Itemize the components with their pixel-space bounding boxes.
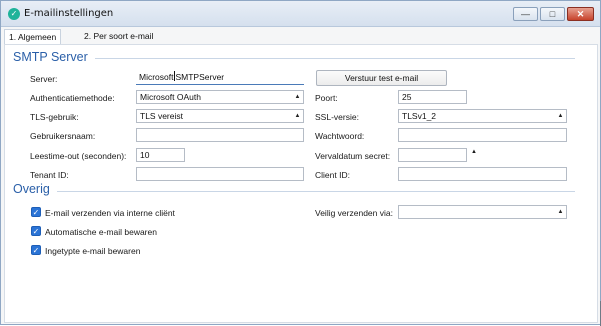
minimize-button[interactable]: — — [513, 7, 538, 21]
typed-save-label: Ingetypte e-mail bewaren — [45, 246, 141, 256]
server-input[interactable]: Microsoft SMTPServer — [136, 71, 304, 85]
smtp-section-title: SMTP Server — [13, 50, 88, 64]
server-value-start: Microsoft — [139, 72, 174, 82]
close-button[interactable]: ✕ — [567, 7, 594, 21]
checkbox-internal-client[interactable]: ✓ — [31, 207, 41, 217]
secret-expiry-label: Vervaldatum secret: — [315, 151, 391, 161]
tenant-id-input[interactable] — [136, 167, 304, 181]
send-test-email-button[interactable]: Verstuur test e-mail — [316, 70, 447, 86]
ssl-version-label: SSL-versie: — [315, 112, 359, 122]
password-input[interactable] — [398, 128, 567, 142]
spin-arrows-icon[interactable]: ▲ — [293, 111, 302, 121]
secure-send-label: Veilig verzenden via: — [315, 208, 393, 218]
username-label: Gebruikersnaam: — [30, 131, 96, 141]
tab-per-soort-email[interactable]: 2. Per soort e-mail — [80, 29, 157, 44]
tls-usage-label: TLS-gebruik: — [30, 112, 79, 122]
overig-section-divider — [57, 191, 575, 192]
server-value-end: SMTPServer — [175, 72, 225, 82]
read-timeout-input[interactable]: 10 — [136, 148, 185, 162]
overig-section-title: Overig — [13, 182, 50, 196]
date-spin-icon[interactable]: ▲ — [471, 149, 477, 155]
settings-panel: SMTP Server Server: Microsoft SMTPServer … — [4, 44, 598, 323]
email-settings-window: ✓ E-mailinstellingen — □ ✕ 1. Algemeen 2… — [0, 0, 601, 326]
password-label: Wachtwoord: — [315, 131, 365, 141]
username-input[interactable] — [136, 128, 304, 142]
title-bar[interactable]: ✓ E-mailinstellingen — □ ✕ — [1, 1, 600, 27]
spin-arrows-icon[interactable]: ▲ — [556, 111, 565, 121]
tls-usage-value: TLS vereist — [140, 111, 183, 121]
auth-method-value: Microsoft OAuth — [140, 92, 201, 102]
auth-method-label: Authenticatiemethode: — [30, 93, 115, 103]
window-title: E-mailinstellingen — [24, 8, 114, 19]
tab-algemeen[interactable]: 1. Algemeen — [4, 29, 62, 44]
port-label: Poort: — [315, 93, 338, 103]
secret-expiry-input[interactable] — [398, 148, 467, 162]
ssl-version-select[interactable]: TLSv1_2 ▲ — [398, 109, 567, 123]
read-timeout-label: Leestime-out (seconden): — [30, 151, 127, 161]
tab-strip: 1. Algemeen 2. Per soort e-mail — [4, 29, 599, 45]
server-label: Server: — [30, 74, 58, 84]
internal-client-label: E-mail verzenden via interne cliënt — [45, 208, 175, 218]
tls-usage-select[interactable]: TLS vereist ▲ — [136, 109, 304, 123]
tenant-id-label: Tenant ID: — [30, 170, 69, 180]
maximize-button[interactable]: □ — [540, 7, 565, 21]
smtp-section-divider — [95, 58, 575, 59]
auth-method-select[interactable]: Microsoft OAuth ▲ — [136, 90, 304, 104]
spin-arrows-icon[interactable]: ▲ — [293, 92, 302, 102]
ssl-version-value: TLSv1_2 — [402, 111, 437, 121]
spin-arrows-icon[interactable]: ▲ — [556, 207, 565, 217]
port-input[interactable]: 25 — [398, 90, 467, 104]
checkbox-typed-save[interactable]: ✓ — [31, 245, 41, 255]
app-icon: ✓ — [8, 8, 20, 20]
client-id-input[interactable] — [398, 167, 567, 181]
client-id-label: Client ID: — [315, 170, 350, 180]
checkbox-auto-save[interactable]: ✓ — [31, 226, 41, 236]
secure-send-select[interactable]: ▲ — [398, 205, 567, 219]
auto-save-label: Automatische e-mail bewaren — [45, 227, 157, 237]
